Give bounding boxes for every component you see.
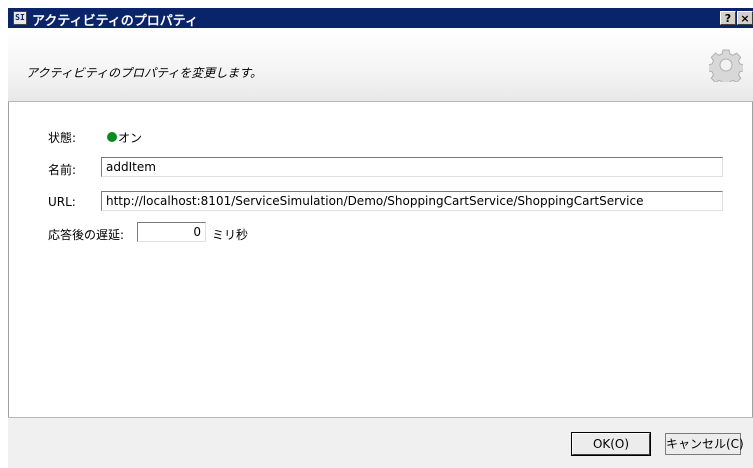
delay-input[interactable]: 0 bbox=[137, 222, 206, 242]
delay-label: 応答後の遅延: bbox=[48, 228, 125, 242]
ok-button[interactable]: OK(O) bbox=[572, 433, 650, 455]
delay-unit: ミリ秒 bbox=[212, 228, 249, 242]
app-icon: SI bbox=[13, 11, 27, 25]
header-description: アクティビティのプロパティを変更します。 bbox=[26, 66, 263, 80]
cancel-button[interactable]: キャンセル(C) bbox=[665, 433, 744, 455]
close-button[interactable]: × bbox=[737, 11, 753, 25]
status-value: オン bbox=[118, 131, 143, 145]
window-title: アクティビティのプロパティ bbox=[32, 14, 199, 29]
status-label: 状態: bbox=[48, 131, 77, 145]
name-input[interactable]: addItem bbox=[101, 157, 723, 177]
title-bar[interactable]: SI アクティビティのプロパティ ? × bbox=[8, 8, 753, 29]
help-button[interactable]: ? bbox=[720, 11, 736, 25]
url-input[interactable]: http://localhost:8101/ServiceSimulation/… bbox=[101, 191, 723, 211]
dialog-header: アクティビティのプロパティを変更します。 bbox=[8, 28, 753, 102]
url-label: URL: bbox=[48, 195, 76, 209]
gear-icon bbox=[709, 49, 743, 82]
name-label: 名前: bbox=[48, 163, 77, 177]
status-on-icon bbox=[107, 132, 117, 142]
